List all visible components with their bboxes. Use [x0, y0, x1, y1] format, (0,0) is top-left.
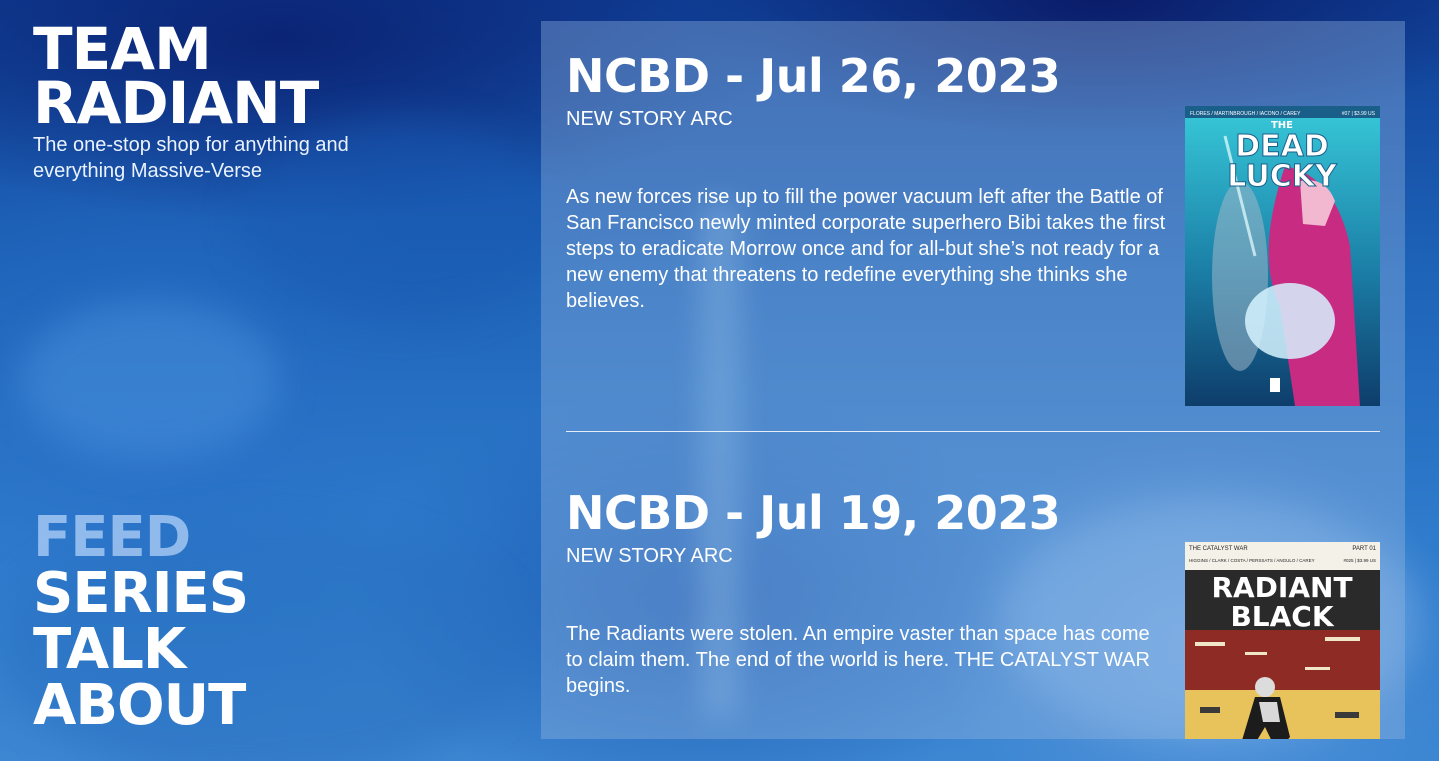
site-tagline: The one-stop shop for anything and every…	[33, 134, 349, 182]
nav-item-feed[interactable]: FEED	[33, 510, 248, 566]
cover-kicker: THE CATALYST WAR	[1189, 546, 1248, 552]
post-title[interactable]: NCBD - Jul 19, 2023	[566, 486, 1061, 540]
post-tag: NEW STORY ARC	[566, 108, 733, 130]
cover-credits: FLORES / MARTINBROUGH / IACONO / CAREY	[1190, 111, 1301, 117]
post-title[interactable]: NCBD - Jul 26, 2023	[566, 49, 1061, 103]
svg-text:THE: THE	[1271, 120, 1293, 131]
cover-issue: #025 | $3.99 US	[1344, 558, 1376, 563]
site-title-line1: TEAM	[33, 15, 212, 83]
comic-cover-radiant-black[interactable]: THE CATALYST WAR PART 01 HIGGINS / CLARK…	[1185, 542, 1380, 739]
comic-cover-dead-lucky[interactable]: FLORES / MARTINBROUGH / IACONO / CAREY #…	[1185, 106, 1380, 406]
nav-item-series[interactable]: SERIES	[33, 566, 249, 622]
cover-credits: HIGGINS / CLARK / COSTA / PERSSATS / ANG…	[1189, 558, 1315, 563]
nav-item-about[interactable]: ABOUT	[33, 678, 248, 734]
post-tag: NEW STORY ARC	[566, 545, 733, 567]
post-body: The Radiants were stolen. An empire vast…	[566, 623, 1150, 697]
site-title-line2: RADIANT	[33, 69, 319, 137]
main-nav: FEED SERIES TALK ABOUT	[33, 510, 249, 734]
nav-item-talk[interactable]: TALK	[33, 622, 248, 678]
cover-title-line2: BLACK	[1230, 600, 1334, 633]
brand-block: TEAM RADIANT The one-stop shop for anyth…	[33, 15, 513, 184]
site-title[interactable]: TEAM RADIANT	[33, 15, 513, 137]
feed-post: NCBD - Jul 26, 2023 NEW STORY ARC As new…	[566, 21, 1380, 431]
feed-post: NCBD - Jul 19, 2023 NEW STORY ARC The Ra…	[566, 431, 1380, 739]
svg-text:LUCKY: LUCKY	[1227, 159, 1338, 194]
feed-panel[interactable]: NCBD - Jul 26, 2023 NEW STORY ARC As new…	[541, 21, 1405, 739]
post-body: As new forces rise up to fill the power …	[566, 186, 1166, 312]
cover-part: PART 01	[1352, 546, 1376, 552]
image-comics-logo-icon	[1270, 378, 1280, 392]
cover-issue: #07 | $3.99 US	[1342, 111, 1376, 117]
